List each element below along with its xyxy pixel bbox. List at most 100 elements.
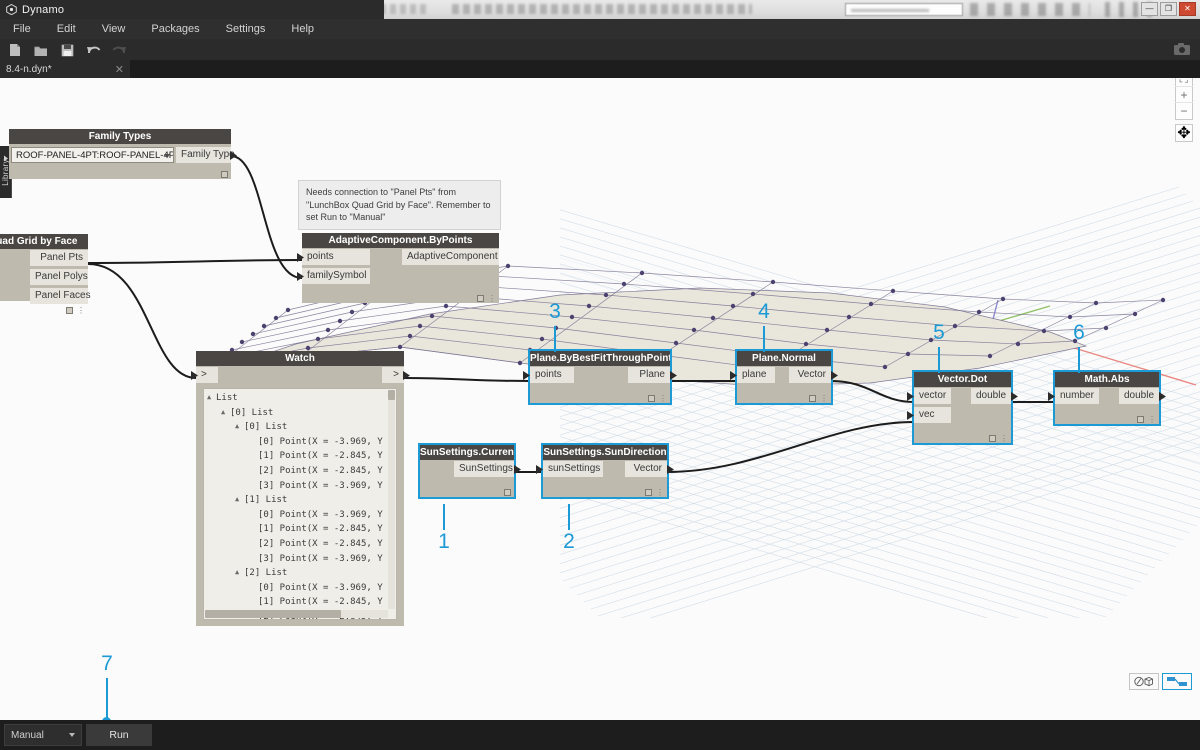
watch-list-row[interactable]: [3] Point(X = -3.969, Y = -( bbox=[207, 479, 387, 494]
watch-result-list[interactable]: ▲ List ▲ [0] List ▲ [0] List [0] Point(X = -3.… bbox=[203, 388, 397, 620]
output-port-vector[interactable]: Vector bbox=[625, 461, 667, 477]
save-file-icon[interactable] bbox=[59, 42, 75, 58]
output-port-plane[interactable]: Plane bbox=[628, 367, 670, 383]
node-sunsettings-sundirection[interactable]: SunSettings.SunDirection sunSettings Vec… bbox=[536, 443, 674, 499]
graph-note[interactable]: Needs connection to "Panel Pts" from "Lu… bbox=[298, 180, 501, 230]
node-preview-checkbox[interactable] bbox=[1137, 416, 1144, 423]
node-preview-checkbox[interactable] bbox=[477, 295, 484, 302]
watch-horizontal-scrollbar[interactable] bbox=[205, 610, 388, 618]
watch-list-row[interactable]: [1] Point(X = -2.845, Y = -( bbox=[207, 449, 387, 464]
node-plane-normal[interactable]: Plane.Normal plane Vector ⋮ bbox=[730, 349, 838, 405]
pan-icon[interactable]: ✥ bbox=[1175, 124, 1193, 142]
watch-list-row[interactable]: [0] Point(X = -3.969, Y = -( bbox=[207, 435, 387, 450]
run-button[interactable]: Run bbox=[86, 724, 152, 746]
node-vector-dot[interactable]: Vector.Dot vector vec double ⋮ bbox=[907, 370, 1018, 445]
undo-icon[interactable] bbox=[85, 42, 101, 58]
watch-list-row[interactable]: ▲ [0] List bbox=[207, 406, 387, 421]
output-port-family-type[interactable]: Family Type bbox=[176, 147, 235, 163]
node-sunsettings-current[interactable]: SunSettings.Current SunSettings bbox=[418, 443, 521, 499]
node-lacing-icon[interactable]: ⋮ bbox=[820, 395, 828, 403]
zoom-in-icon[interactable]: + bbox=[1175, 87, 1193, 103]
expand-collapse-icon[interactable]: ▲ bbox=[235, 492, 244, 507]
output-port-double[interactable]: double bbox=[1119, 388, 1159, 404]
output-port-panel-polys[interactable]: Panel Polys bbox=[30, 269, 88, 285]
tab-graph-file[interactable]: 8.4-n.dyn* ✕ bbox=[0, 60, 130, 78]
node-lacing-icon[interactable]: ⋮ bbox=[659, 395, 667, 403]
watch-list-row[interactable]: [1] Point(X = -2.845, Y = -( bbox=[207, 522, 387, 537]
output-port-sunsettings[interactable]: SunSettings bbox=[454, 461, 514, 477]
menu-item-packages[interactable]: Packages bbox=[138, 19, 212, 39]
node-preview-checkbox[interactable] bbox=[221, 171, 228, 178]
scrollbar-thumb[interactable] bbox=[205, 610, 341, 618]
watch-list-row[interactable]: ▲ List bbox=[207, 391, 387, 406]
output-port-vector[interactable]: Vector bbox=[789, 367, 831, 383]
watch-list-row[interactable]: [0] Point(X = -3.969, Y = -( bbox=[207, 581, 387, 596]
watch-list-row[interactable]: ▲ [0] List bbox=[207, 420, 387, 435]
node-preview-checkbox[interactable] bbox=[66, 307, 73, 314]
watch-list-row[interactable]: [2] Point(X = -2.845, Y = -( bbox=[207, 537, 387, 552]
output-port-watch[interactable]: > bbox=[382, 367, 404, 383]
watch-list-row[interactable]: ▲ [1] List bbox=[207, 493, 387, 508]
background-revit-search-box[interactable] bbox=[845, 3, 963, 16]
watch-list-row[interactable]: [2] Point(X = -2.845, Y = -( bbox=[207, 464, 387, 479]
input-port-vector[interactable]: vector bbox=[914, 388, 951, 404]
node-preview-checkbox[interactable] bbox=[645, 489, 652, 496]
watch-list-row[interactable]: [1] Point(X = -2.845, Y = -( bbox=[207, 595, 387, 610]
input-port-familysymbol[interactable]: familySymbol bbox=[302, 268, 370, 284]
node-plane-bybestfitthroughpoints[interactable]: Plane.ByBestFitThroughPoints points Plan… bbox=[523, 349, 677, 405]
node-quad-grid-by-face[interactable]: Quad Grid by Face Panel Pts Panel Polys … bbox=[0, 234, 91, 315]
node-lacing-icon[interactable]: ⋮ bbox=[1000, 435, 1008, 443]
background-3d-preview-toggle[interactable] bbox=[1129, 673, 1159, 690]
output-port-adaptivecomponent[interactable]: AdaptiveComponent bbox=[402, 249, 499, 265]
input-port-vec[interactable]: vec bbox=[914, 407, 951, 423]
zoom-out-icon[interactable]: − bbox=[1175, 103, 1193, 119]
node-watch[interactable]: Watch > > ▲ List ▲ [0] List ▲ [0] List [0] Poi… bbox=[191, 351, 410, 626]
input-port-sunsettings[interactable]: sunSettings bbox=[543, 461, 603, 477]
input-port-points[interactable]: points bbox=[530, 367, 574, 383]
input-port-watch[interactable]: > bbox=[196, 367, 218, 383]
node-preview-checkbox[interactable] bbox=[989, 435, 996, 442]
watch-list-row[interactable]: ▲ [2] List bbox=[207, 566, 387, 581]
node-adaptivecomponent-bypoints[interactable]: AdaptiveComponent.ByPoints points family… bbox=[297, 233, 499, 303]
family-type-dropdown[interactable]: ROOF-PANEL-4PT:ROOF-PANEL-4PT bbox=[11, 147, 174, 163]
expand-collapse-icon[interactable]: ▲ bbox=[235, 419, 244, 434]
watch-list-row[interactable]: [3] Point(X = -3.969, Y = -( bbox=[207, 552, 387, 567]
input-port-plane[interactable]: plane bbox=[737, 367, 775, 383]
scrollbar-thumb[interactable] bbox=[388, 390, 395, 400]
menu-item-settings[interactable]: Settings bbox=[213, 19, 279, 39]
node-preview-checkbox[interactable] bbox=[504, 489, 511, 496]
menu-item-view[interactable]: View bbox=[89, 19, 139, 39]
close-icon[interactable]: ✕ bbox=[115, 63, 124, 76]
maximize-button[interactable]: ❐ bbox=[1160, 2, 1177, 16]
graph-view-toggle[interactable] bbox=[1162, 673, 1192, 690]
expand-collapse-icon[interactable]: ▲ bbox=[235, 565, 244, 580]
minimize-button[interactable]: — bbox=[1141, 2, 1158, 16]
camera-icon[interactable] bbox=[1173, 42, 1191, 57]
output-port-panel-faces[interactable]: Panel Faces bbox=[30, 288, 91, 304]
zoom-to-fit-icon[interactable]: ⛶ bbox=[1175, 78, 1193, 87]
node-lacing-icon[interactable]: ⋮ bbox=[488, 295, 496, 303]
input-port-number[interactable]: number bbox=[1055, 388, 1099, 404]
watch-vertical-scrollbar[interactable] bbox=[388, 390, 395, 609]
node-preview-checkbox[interactable] bbox=[648, 395, 655, 402]
graph-canvas[interactable]: Library ⛶ + − ✥ Family Types ROOF-PANEL-… bbox=[0, 78, 1200, 720]
node-preview-checkbox[interactable] bbox=[809, 395, 816, 402]
menu-item-edit[interactable]: Edit bbox=[44, 19, 89, 39]
open-file-icon[interactable] bbox=[33, 42, 49, 58]
viewport-zoom-controls[interactable]: ⛶ + − bbox=[1175, 78, 1193, 120]
input-port-points[interactable]: points bbox=[302, 249, 370, 265]
menu-item-help[interactable]: Help bbox=[278, 19, 327, 39]
run-mode-dropdown[interactable]: Manual bbox=[4, 724, 82, 746]
node-family-types[interactable]: Family Types ROOF-PANEL-4PT:ROOF-PANEL-4… bbox=[9, 129, 237, 179]
node-math-abs[interactable]: Math.Abs number double ⋮ bbox=[1048, 370, 1166, 426]
expand-collapse-icon[interactable]: ▲ bbox=[221, 405, 230, 420]
node-lacing-icon[interactable]: ⋮ bbox=[656, 489, 664, 497]
close-button[interactable]: ✕ bbox=[1179, 2, 1196, 16]
node-lacing-icon[interactable]: ⋮ bbox=[77, 307, 85, 315]
output-port-double[interactable]: double bbox=[971, 388, 1011, 404]
menu-item-file[interactable]: File bbox=[0, 19, 44, 39]
watch-list-row[interactable]: [0] Point(X = -3.969, Y = -( bbox=[207, 508, 387, 523]
new-file-icon[interactable] bbox=[7, 42, 23, 58]
node-lacing-icon[interactable]: ⋮ bbox=[1148, 416, 1156, 424]
output-port-panel-pts[interactable]: Panel Pts bbox=[30, 250, 88, 266]
